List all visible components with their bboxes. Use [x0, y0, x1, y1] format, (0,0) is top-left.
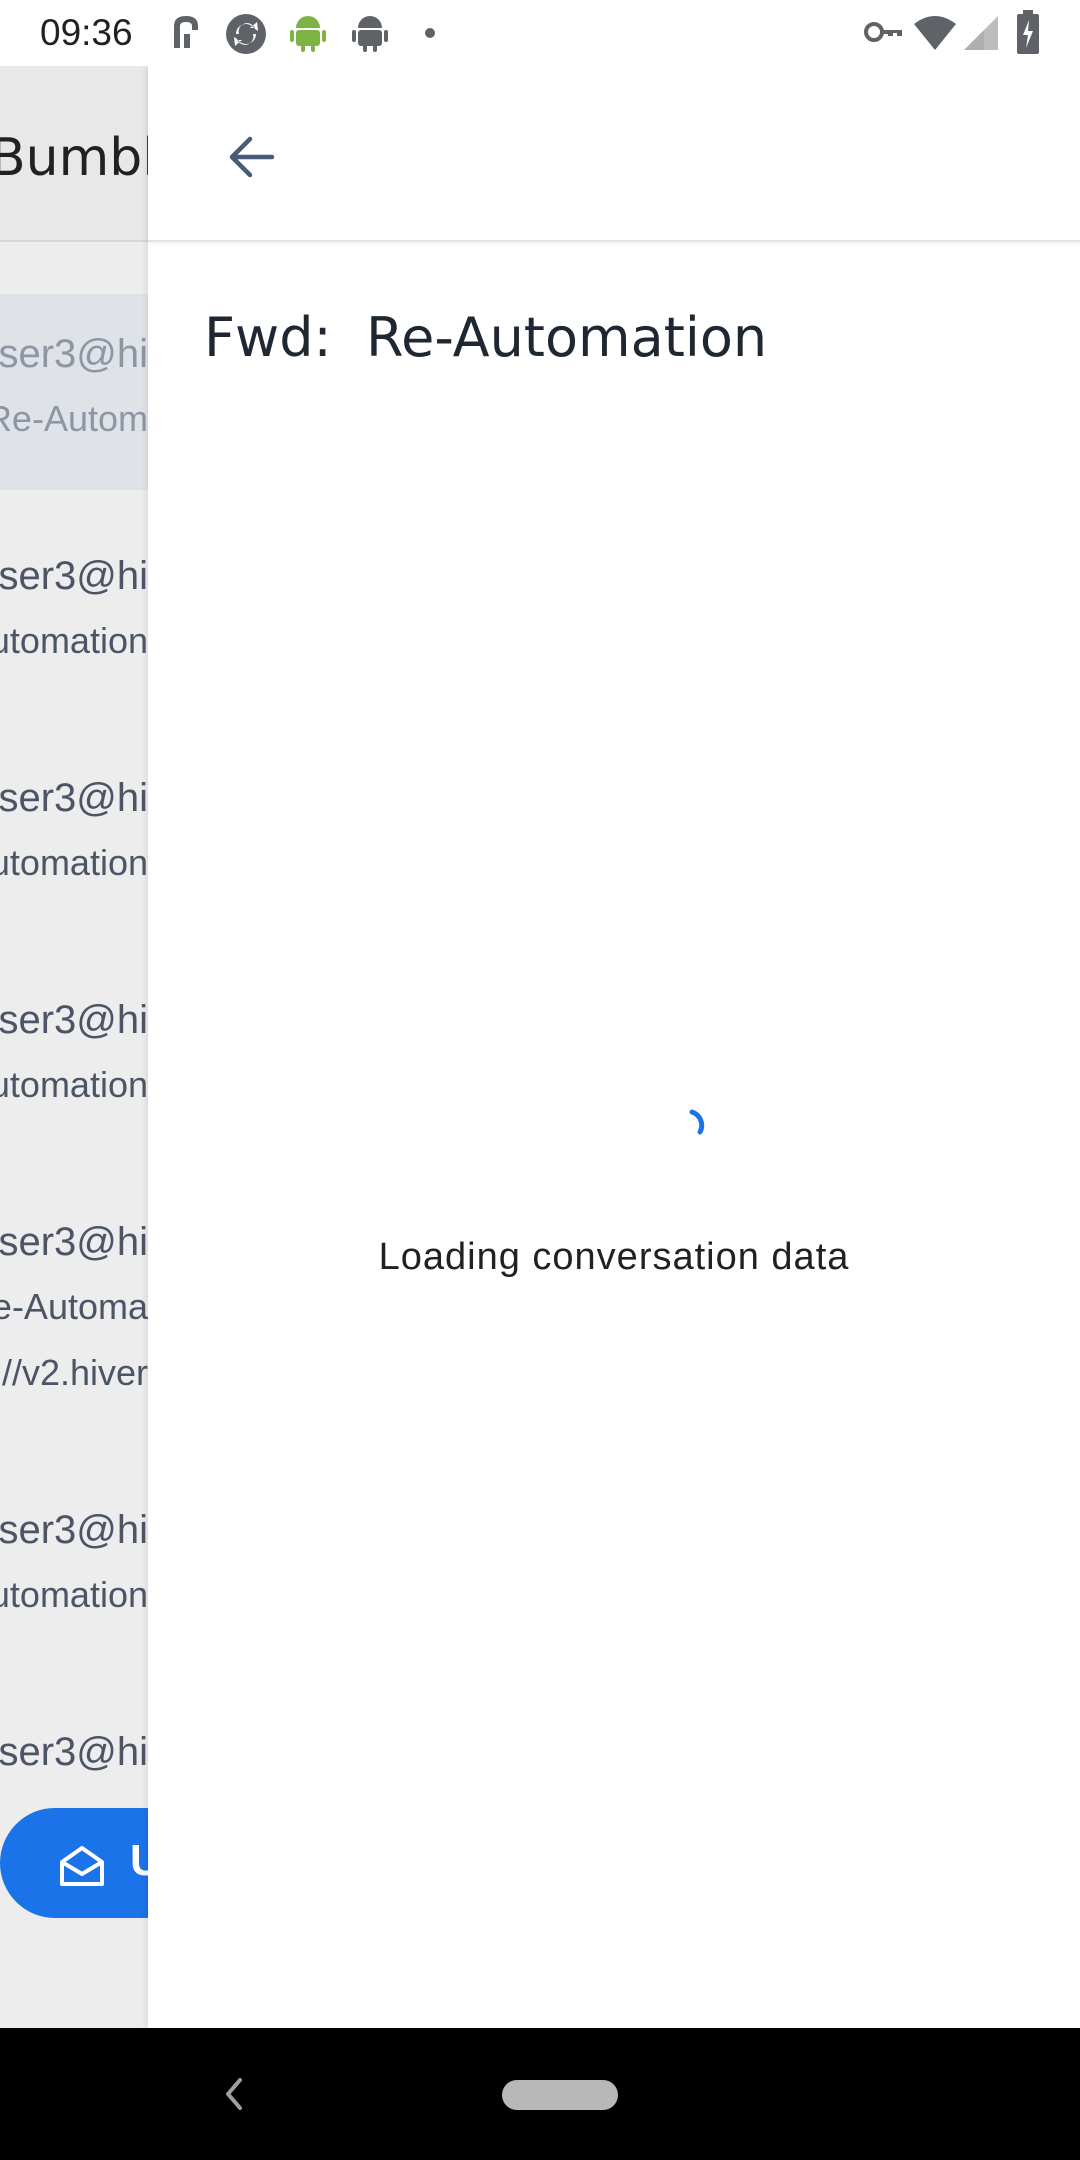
- list-item-sender: user3@hi: [0, 1220, 148, 1264]
- list-item-subject: Re-Autom: [0, 398, 148, 439]
- key-icon: [864, 20, 904, 49]
- arrow-back-icon: [226, 134, 276, 185]
- loading-message: Loading conversation data: [378, 1236, 850, 1278]
- list-item[interactable]: user3@hi Automation: [0, 1470, 148, 1666]
- back-button[interactable]: [218, 126, 284, 192]
- conversation-subject: Fwd: Re-Automation: [204, 306, 768, 369]
- inbox-header: Bumble: [0, 66, 148, 242]
- detail-header: [148, 66, 1080, 242]
- list-item-subject: Automation: [0, 1064, 148, 1105]
- list-item-sender: user3@hi: [0, 1508, 148, 1552]
- battery-icon: [1016, 10, 1040, 59]
- inbox-list-panel: Bumble user3@hi Re-Autom user3@hi Automa…: [0, 66, 148, 2028]
- compose-fab-button[interactable]: U: [0, 1808, 148, 1918]
- conversation-detail-panel: Fwd: Re-Automation Loading conversation …: [148, 66, 1080, 2028]
- list-item[interactable]: user3@hi Re-Automa //v2.hiver: [0, 1182, 148, 1452]
- list-item-subject: Re-Automa: [0, 1286, 148, 1327]
- list-item[interactable]: user3@hi Re-Autom: [0, 294, 148, 490]
- system-navigation-bar: [0, 2028, 1080, 2160]
- compose-fab-label: U: [130, 1836, 148, 1885]
- list-item-preview: //v2.hiver: [1, 1352, 148, 1393]
- inbox-title: Bumble: [0, 128, 148, 188]
- dot-icon: [424, 26, 436, 44]
- list-item[interactable]: user3@hi Automation: [0, 738, 148, 934]
- list-item-subject: Automation: [0, 620, 148, 661]
- list-item[interactable]: user3@hi Automation: [0, 516, 148, 712]
- list-item[interactable]: user3@hi Automation: [0, 960, 148, 1156]
- hands-icon: [168, 12, 204, 57]
- android-icon: [350, 12, 390, 59]
- list-item-sender: user3@hi: [0, 332, 148, 376]
- loading-spinner: [686, 1106, 716, 1147]
- list-item-subject: Automation: [0, 1574, 148, 1615]
- nav-back-icon[interactable]: [218, 2072, 248, 2121]
- sync-icon: [224, 12, 268, 61]
- list-item[interactable]: user3@hi: [0, 1692, 148, 1792]
- status-time: 09:36: [40, 12, 133, 53]
- status-bar: 09:36: [0, 0, 1080, 66]
- list-item-subject: Automation: [0, 842, 148, 883]
- list-item-sender: user3@hi: [0, 1730, 148, 1774]
- list-item-sender: user3@hi: [0, 776, 148, 820]
- list-item-sender: user3@hi: [0, 554, 148, 598]
- android-icon: [288, 12, 328, 59]
- list-item-sender: user3@hi: [0, 998, 148, 1042]
- nav-home-pill[interactable]: [502, 2080, 618, 2110]
- signal-icon: [962, 14, 1000, 57]
- wifi-icon: [912, 14, 958, 57]
- envelope-open-icon: [58, 1844, 106, 1893]
